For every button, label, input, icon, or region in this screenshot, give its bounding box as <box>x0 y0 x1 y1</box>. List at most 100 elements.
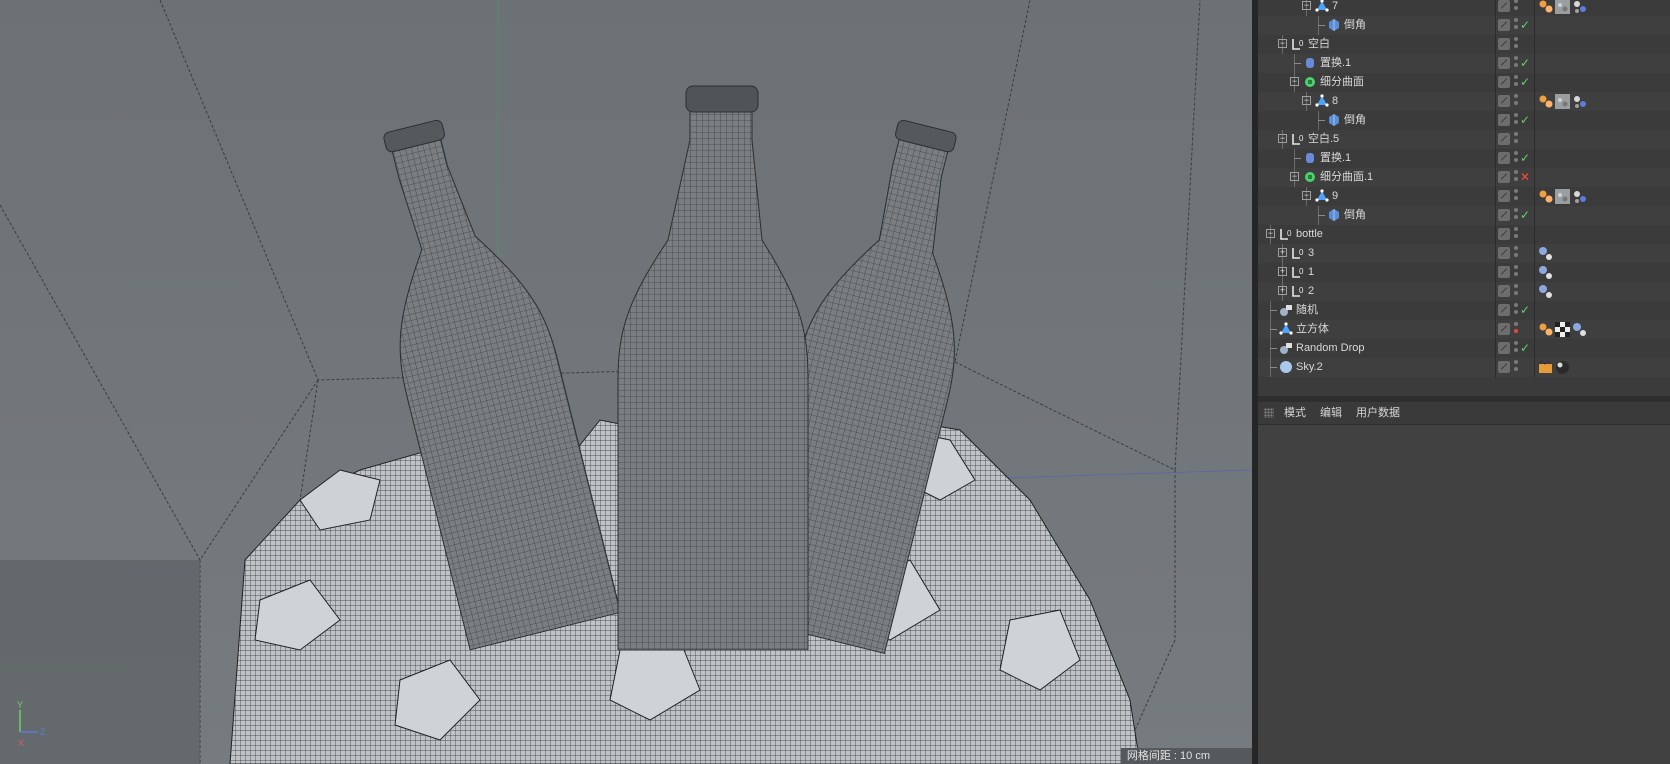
collapse-icon[interactable]: − <box>1278 134 1287 143</box>
layer-icon[interactable] <box>1498 266 1510 278</box>
object-row[interactable]: −9 <box>1258 187 1670 206</box>
collapse-icon[interactable]: − <box>1290 77 1299 86</box>
layer-icon[interactable] <box>1498 304 1510 316</box>
layer-icon[interactable] <box>1498 76 1510 88</box>
object-row[interactable]: − 0 bottle <box>1258 225 1670 244</box>
expand-icon[interactable]: + <box>1278 248 1287 257</box>
sky-material-tag-icon[interactable] <box>1555 360 1570 375</box>
object-row[interactable]: − 0 空白 <box>1258 35 1670 54</box>
layer-icon[interactable] <box>1498 247 1510 259</box>
visibility-dots-icon[interactable] <box>1514 208 1518 223</box>
layer-icon[interactable] <box>1498 171 1510 183</box>
collapse-icon[interactable]: − <box>1302 96 1311 105</box>
collapse-icon[interactable]: − <box>1290 172 1299 181</box>
layer-icon[interactable] <box>1498 152 1510 164</box>
collapse-icon[interactable]: − <box>1278 39 1287 48</box>
layer-icon[interactable] <box>1498 285 1510 297</box>
visibility-dots-icon[interactable] <box>1514 303 1518 318</box>
visibility-dots-icon[interactable] <box>1514 246 1518 261</box>
object-name[interactable]: 细分曲面.1 <box>1320 168 1373 187</box>
object-row[interactable]: +0 2 <box>1258 282 1670 301</box>
object-row[interactable]: 置换.1 ✓ <box>1258 149 1670 168</box>
3d-viewport[interactable]: Y Z X 网格间距 : 10 cm <box>0 0 1252 764</box>
menu-user-data[interactable]: 用户数据 <box>1356 402 1400 424</box>
object-row[interactable]: Random Drop ✓ <box>1258 339 1670 358</box>
visibility-dots-icon[interactable] <box>1514 56 1518 71</box>
visibility-dots-icon[interactable] <box>1514 113 1518 128</box>
object-name[interactable]: 倒角 <box>1344 206 1366 225</box>
visibility-dots-icon[interactable] <box>1514 75 1518 90</box>
object-name[interactable]: 细分曲面 <box>1320 73 1364 92</box>
object-manager[interactable]: −7 倒角 ✓ −0 空白 置换.1 ✓ − 细分曲面 ✓ −8 倒角 ✓ −0 空白.5 置换.1 ✓ − 细分曲… <box>1258 0 1670 396</box>
object-name[interactable]: 空白.5 <box>1308 130 1339 149</box>
disabled-cross-icon[interactable]: ✕ <box>1520 168 1530 187</box>
visibility-dots-icon[interactable] <box>1514 37 1518 52</box>
selection-tag-icon[interactable] <box>1572 189 1587 204</box>
object-name[interactable]: 2 <box>1308 282 1314 301</box>
visibility-dots-icon[interactable] <box>1514 151 1518 166</box>
material-tag-icon[interactable] <box>1538 189 1553 204</box>
object-name[interactable]: 7 <box>1332 0 1338 16</box>
object-name[interactable]: Sky.2 <box>1296 358 1323 377</box>
object-row[interactable]: 置换.1 ✓ <box>1258 54 1670 73</box>
object-row[interactable]: 随机 ✓ <box>1258 301 1670 320</box>
layer-icon[interactable] <box>1498 95 1510 107</box>
object-name[interactable]: bottle <box>1296 225 1323 244</box>
layer-icon[interactable] <box>1498 114 1510 126</box>
visibility-dots-icon[interactable] <box>1514 132 1518 147</box>
layer-icon[interactable] <box>1498 209 1510 221</box>
expand-icon[interactable]: + <box>1278 267 1287 276</box>
visibility-dots-icon[interactable] <box>1514 18 1518 33</box>
enabled-check-icon[interactable]: ✓ <box>1520 54 1530 73</box>
texture-preview-tag-icon[interactable] <box>1555 94 1570 109</box>
object-row[interactable]: Sky.2 <box>1258 358 1670 377</box>
selection-tag-icon[interactable] <box>1572 94 1587 109</box>
layer-icon[interactable] <box>1498 228 1510 240</box>
visibility-dots-icon[interactable] <box>1514 322 1518 337</box>
enabled-check-icon[interactable]: ✓ <box>1520 339 1530 358</box>
object-row[interactable]: +0 3 <box>1258 244 1670 263</box>
compositing-tag-icon[interactable] <box>1538 360 1553 375</box>
object-name[interactable]: 立方体 <box>1296 320 1329 339</box>
material-tag-icon[interactable] <box>1538 0 1553 14</box>
collapse-icon[interactable]: − <box>1302 191 1311 200</box>
enabled-check-icon[interactable]: ✓ <box>1520 301 1530 320</box>
enabled-check-icon[interactable]: ✓ <box>1520 149 1530 168</box>
object-row[interactable]: 倒角 ✓ <box>1258 206 1670 225</box>
object-row[interactable]: − 细分曲面.1 ✕ <box>1258 168 1670 187</box>
grip-icon[interactable] <box>1264 408 1274 418</box>
object-row[interactable]: 倒角 ✓ <box>1258 16 1670 35</box>
collapse-icon[interactable]: − <box>1302 1 1311 10</box>
layer-icon[interactable] <box>1498 19 1510 31</box>
object-row[interactable]: 立方体 <box>1258 320 1670 339</box>
visibility-dots-icon[interactable] <box>1514 189 1518 204</box>
layer-icon[interactable] <box>1498 323 1510 335</box>
rigid-body-tag-icon[interactable] <box>1538 246 1553 261</box>
texture-preview-tag-icon[interactable] <box>1555 0 1570 14</box>
rigid-body-tag-icon[interactable] <box>1572 322 1587 337</box>
visibility-dots-icon[interactable] <box>1514 284 1518 299</box>
visibility-dots-icon[interactable] <box>1514 227 1518 242</box>
layer-icon[interactable] <box>1498 190 1510 202</box>
layer-icon[interactable] <box>1498 38 1510 50</box>
object-name[interactable]: 9 <box>1332 187 1338 206</box>
object-row[interactable]: − 细分曲面 ✓ <box>1258 73 1670 92</box>
enabled-check-icon[interactable]: ✓ <box>1520 111 1530 130</box>
selection-tag-icon[interactable] <box>1572 0 1587 14</box>
expand-icon[interactable]: + <box>1278 286 1287 295</box>
object-name[interactable]: 倒角 <box>1344 111 1366 130</box>
object-name[interactable]: 空白 <box>1308 35 1330 54</box>
menu-edit[interactable]: 编辑 <box>1320 402 1342 424</box>
layer-icon[interactable] <box>1498 0 1510 12</box>
enabled-check-icon[interactable]: ✓ <box>1520 73 1530 92</box>
rigid-body-tag-icon[interactable] <box>1538 265 1553 280</box>
object-name[interactable]: 3 <box>1308 244 1314 263</box>
material-tag-icon[interactable] <box>1538 322 1553 337</box>
material-tag-icon[interactable] <box>1538 94 1553 109</box>
layer-icon[interactable] <box>1498 133 1510 145</box>
object-row[interactable]: −8 <box>1258 92 1670 111</box>
collapse-icon[interactable]: − <box>1266 229 1275 238</box>
visibility-dots-icon[interactable] <box>1514 170 1518 185</box>
texture-preview-tag-icon[interactable] <box>1555 189 1570 204</box>
object-name[interactable]: 置换.1 <box>1320 149 1351 168</box>
